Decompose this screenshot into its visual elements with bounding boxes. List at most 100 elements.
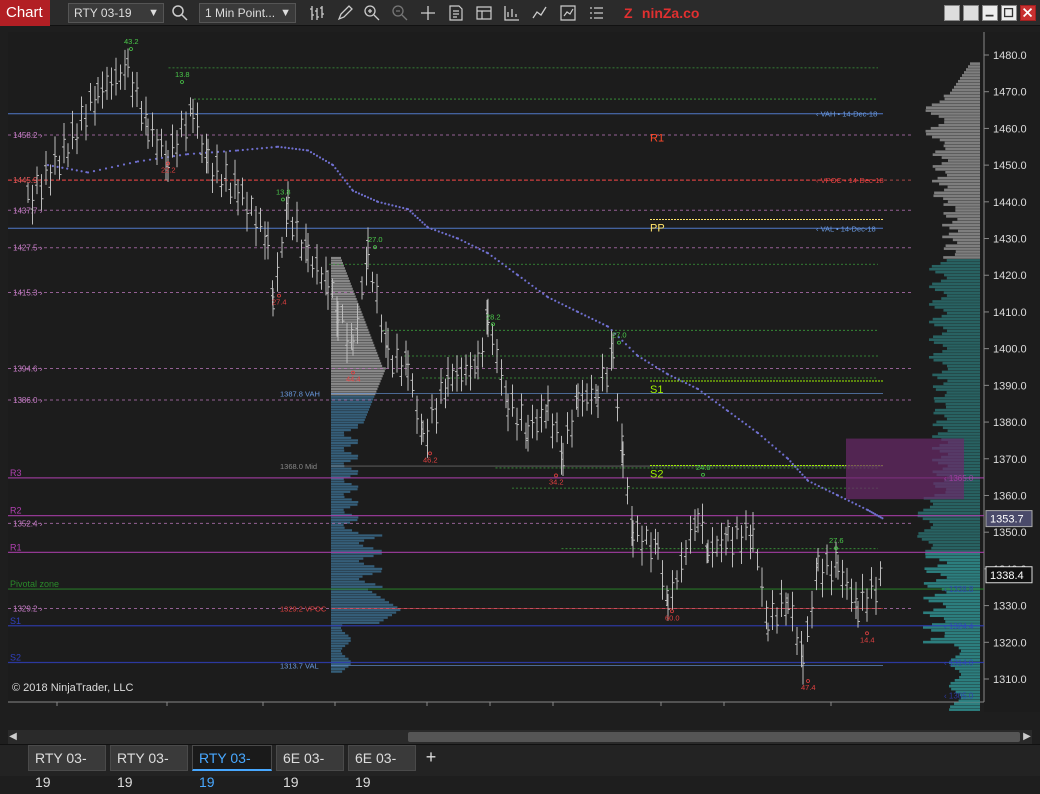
moving-average-dot — [851, 501, 854, 504]
session-profile-bar — [331, 621, 380, 624]
session-profile-bar — [331, 277, 349, 280]
session-profile-bar — [331, 318, 365, 321]
session-profile-bar — [331, 542, 360, 545]
moving-average-dot — [546, 296, 550, 299]
volume-profile-bar — [945, 402, 980, 406]
tab-6e-2[interactable]: 6E 03-19 — [348, 745, 416, 790]
period-selector[interactable]: 1 Min Point... ▼ — [199, 3, 296, 23]
tab-rty-2[interactable]: RTY 03-19 — [110, 745, 188, 790]
volume-profile-bar — [964, 71, 980, 74]
session-profile-bar — [331, 529, 353, 532]
session-profile-bar — [331, 662, 351, 666]
volume-profile-bar — [946, 576, 980, 579]
volume-profile-bar — [941, 314, 980, 318]
moving-average-dot — [306, 149, 310, 152]
add-tab-button[interactable]: + — [420, 745, 442, 771]
session-profile-bar — [331, 390, 377, 393]
price-tick-label: 1320.0 — [993, 637, 1027, 649]
zoom-out-icon[interactable] — [390, 3, 410, 23]
session-profile-bar — [331, 429, 351, 432]
moving-average-dot — [767, 441, 770, 444]
moving-average-dot — [591, 317, 594, 321]
properties-icon[interactable] — [446, 3, 466, 23]
moving-average-dot — [606, 325, 610, 328]
moving-average-dot — [854, 503, 858, 506]
moving-average-dot — [524, 279, 527, 282]
moving-average-dot — [737, 417, 740, 421]
scroll-left-icon[interactable]: ◀ — [8, 730, 18, 744]
maximize-button[interactable] — [1001, 5, 1017, 21]
moving-average-dot — [821, 486, 824, 489]
volume-profile-bar — [932, 523, 980, 526]
pencil-icon[interactable] — [335, 3, 355, 23]
horizontal-scrollbar[interactable]: ◀ ▶ — [8, 730, 1032, 744]
session-profile-bar — [331, 598, 385, 601]
volume-profile-bar — [939, 558, 980, 562]
instrument-selector[interactable]: RTY 03-19 ▼ — [68, 3, 164, 23]
scroll-right-icon[interactable]: ▶ — [1022, 730, 1032, 744]
moving-average-dot — [557, 301, 560, 304]
volume-profile-bar — [943, 212, 980, 215]
moving-average-dot — [343, 179, 347, 182]
window-menu-button[interactable] — [944, 5, 960, 21]
session-profile-bar — [331, 650, 341, 653]
chart-panel[interactable]: 1458.2 › 1445.9 › 1437.7 › 1427.5 › 1415.3 ›… — [8, 32, 1040, 712]
volume-profile-bar — [957, 229, 980, 233]
tab-rty-1[interactable]: RTY 03-19 — [28, 745, 106, 790]
price-tick-label: 1470.0 — [993, 87, 1027, 99]
moving-average-dot — [692, 385, 695, 388]
minimize-button[interactable] — [982, 5, 998, 21]
moving-average-dot — [192, 152, 196, 155]
moving-average-dot — [810, 481, 813, 484]
session-profile-bar — [331, 544, 364, 547]
window-restore-button[interactable] — [963, 5, 979, 21]
app-title[interactable]: Chart — [0, 0, 50, 26]
moving-average-dot — [312, 152, 316, 156]
templates-icon[interactable] — [474, 3, 494, 23]
tab-6e-1[interactable]: 6E 03-19 — [276, 745, 344, 790]
volume-profile-bar — [954, 667, 980, 670]
strategies-icon[interactable] — [558, 3, 578, 23]
session-profile-bar — [331, 295, 356, 298]
indicators-icon[interactable] — [530, 3, 550, 23]
volume-profile-bar — [954, 702, 980, 706]
list-icon[interactable] — [586, 3, 606, 23]
bar-type-icon[interactable] — [307, 3, 327, 23]
crosshair-icon[interactable] — [418, 3, 438, 23]
volume-profile-bar — [942, 426, 980, 430]
moving-average-dot — [309, 151, 313, 154]
close-icon[interactable] — [1020, 5, 1036, 21]
volume-profile-bar — [946, 276, 980, 280]
volume-profile-bar — [946, 347, 980, 350]
moving-average-dot — [423, 223, 426, 226]
moving-average-dot — [441, 231, 444, 234]
moving-average-dot — [260, 147, 264, 150]
moving-average-dot — [460, 239, 463, 242]
volume-profile-bar — [940, 573, 980, 576]
moving-average-dot — [351, 189, 355, 192]
session-profile-bar — [331, 670, 343, 673]
price-chart[interactable]: 1458.2 ›1445.9 ›1437.7 ›1427.5 ›1415.3 ›… — [8, 32, 1040, 712]
moving-average-dot — [621, 339, 624, 342]
level-label: 1329.2 › — [13, 605, 43, 614]
moving-average-dot — [801, 473, 804, 476]
pivot-label: S2 — [650, 468, 663, 480]
volume-profile-bar — [924, 529, 980, 532]
session-profile-bar — [331, 305, 360, 308]
session-profile-bar — [331, 395, 375, 398]
session-profile-bar — [331, 508, 344, 511]
session-profile-bar — [331, 444, 351, 447]
price-tick-label: 1480.0 — [993, 50, 1027, 62]
search-icon[interactable] — [170, 3, 190, 23]
volume-profile-bar — [925, 109, 980, 112]
moving-average-dot — [128, 162, 132, 165]
scrollbar-thumb[interactable] — [408, 732, 1020, 742]
moving-average-dot — [251, 148, 254, 151]
session-profile-bar — [331, 583, 376, 586]
tab-rty-3[interactable]: RTY 03-19 — [192, 745, 272, 790]
volume-profile-bar — [958, 646, 980, 650]
volume-profile-bar — [957, 217, 980, 221]
zoom-in-icon[interactable] — [362, 3, 382, 23]
data-series-icon[interactable] — [502, 3, 522, 23]
session-profile-bar — [331, 642, 349, 645]
